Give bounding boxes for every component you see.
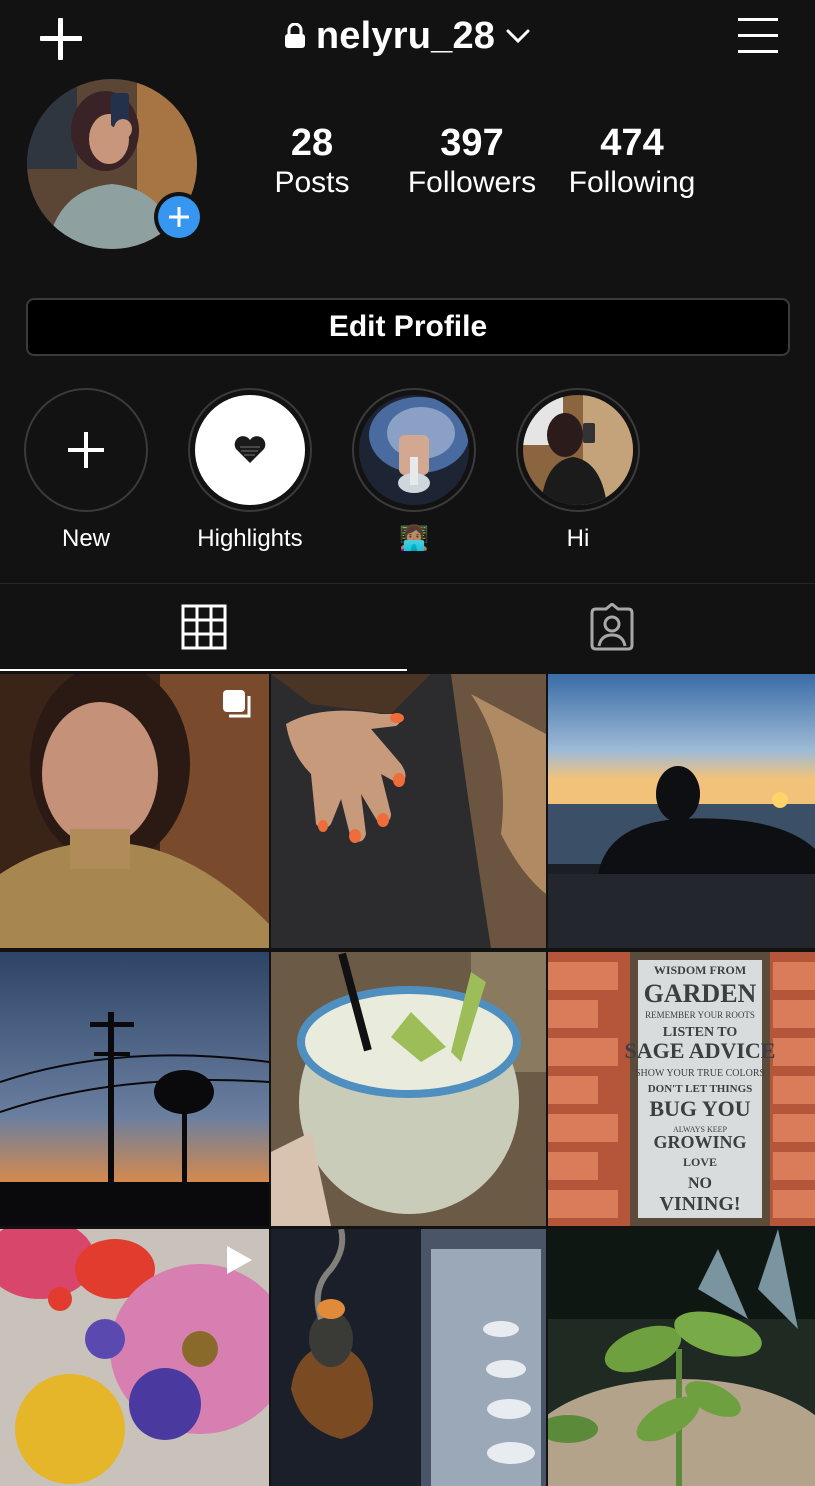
plus-icon xyxy=(169,207,189,227)
post-photo-margarita xyxy=(271,952,546,1226)
svg-text:GARDEN: GARDEN xyxy=(644,979,757,1008)
highlight-ring xyxy=(516,388,640,512)
svg-text:LOVE: LOVE xyxy=(683,1155,717,1169)
svg-text:SHOW YOUR TRUE COLORS: SHOW YOUR TRUE COLORS xyxy=(635,1068,765,1079)
account-switcher[interactable]: nelyru_28 xyxy=(0,12,815,60)
highlight-ring xyxy=(188,388,312,512)
followers-label: Followers xyxy=(407,166,537,199)
post-tile[interactable] xyxy=(548,1229,815,1486)
highlight-label: Highlights xyxy=(197,525,303,552)
heart-icon xyxy=(234,436,266,463)
post-tile[interactable] xyxy=(0,952,269,1226)
post-photo-garden-sign: WISDOM FROM GARDEN REMEMBER YOUR ROOTS L… xyxy=(548,952,815,1226)
highlight-cover-3[interactable]: 👩🏽‍💻 xyxy=(350,388,478,554)
active-tab-indicator xyxy=(0,669,407,671)
highlight-label: Hi xyxy=(566,525,590,552)
carousel-icon xyxy=(223,690,251,718)
svg-text:BUG YOU: BUG YOU xyxy=(649,1096,750,1121)
post-photo-hand xyxy=(271,674,546,948)
hamburger-menu-icon xyxy=(738,18,778,53)
tab-tagged[interactable] xyxy=(408,584,815,670)
followers-stat[interactable]: 397 Followers xyxy=(392,122,552,202)
following-stat[interactable]: 474 Following xyxy=(557,122,707,202)
post-tile[interactable] xyxy=(0,674,269,948)
highlight-highlights[interactable]: Highlights xyxy=(186,388,314,554)
highlight-label: 👩🏽‍💻 xyxy=(399,525,429,552)
post-tile[interactable]: WISDOM FROM GARDEN REMEMBER YOUR ROOTS L… xyxy=(548,952,815,1226)
svg-text:VINING!: VINING! xyxy=(659,1193,740,1215)
highlight-photo xyxy=(359,395,469,505)
edit-profile-button[interactable]: Edit Profile xyxy=(26,298,790,356)
video-play-icon xyxy=(227,1246,252,1274)
username: nelyru_28 xyxy=(315,14,496,57)
highlight-hi[interactable]: Hi xyxy=(514,388,642,554)
plus-icon xyxy=(68,432,104,468)
lock-icon xyxy=(284,23,305,48)
svg-text:SAGE ADVICE: SAGE ADVICE xyxy=(625,1038,776,1063)
tab-posts-grid[interactable] xyxy=(0,584,407,670)
following-count: 474 xyxy=(600,122,664,164)
svg-text:WISDOM FROM: WISDOM FROM xyxy=(654,963,746,977)
svg-text:GROWING: GROWING xyxy=(653,1132,746,1152)
post-tile[interactable] xyxy=(0,1229,269,1486)
post-photo-plant xyxy=(548,1229,815,1486)
post-photo-power-lines xyxy=(0,952,269,1226)
tagged-person-icon xyxy=(590,603,633,651)
post-tile[interactable] xyxy=(271,674,546,948)
svg-text:NO: NO xyxy=(688,1175,712,1192)
add-story-button[interactable] xyxy=(154,192,204,242)
posts-stat[interactable]: 28 Posts xyxy=(252,122,372,202)
post-tile[interactable] xyxy=(271,1229,546,1486)
highlight-ring xyxy=(24,388,148,512)
followers-count: 397 xyxy=(440,122,504,164)
post-photo-sunset-beach xyxy=(548,674,815,948)
highlight-new[interactable]: New xyxy=(22,388,150,554)
post-photo-spices xyxy=(271,1229,546,1486)
svg-text:DON'T LET THINGS: DON'T LET THINGS xyxy=(648,1083,753,1095)
grid-icon xyxy=(181,604,226,650)
posts-label: Posts xyxy=(274,166,350,199)
highlight-label: New xyxy=(61,525,110,552)
svg-text:REMEMBER YOUR ROOTS: REMEMBER YOUR ROOTS xyxy=(645,1010,755,1020)
following-label: Following xyxy=(568,166,696,199)
post-tile[interactable] xyxy=(271,952,546,1226)
post-tile[interactable] xyxy=(548,674,815,948)
chevron-down-icon xyxy=(506,29,530,44)
menu-button[interactable] xyxy=(736,16,780,56)
highlight-photo xyxy=(523,395,633,505)
posts-count: 28 xyxy=(290,122,334,164)
highlight-ring xyxy=(352,388,476,512)
